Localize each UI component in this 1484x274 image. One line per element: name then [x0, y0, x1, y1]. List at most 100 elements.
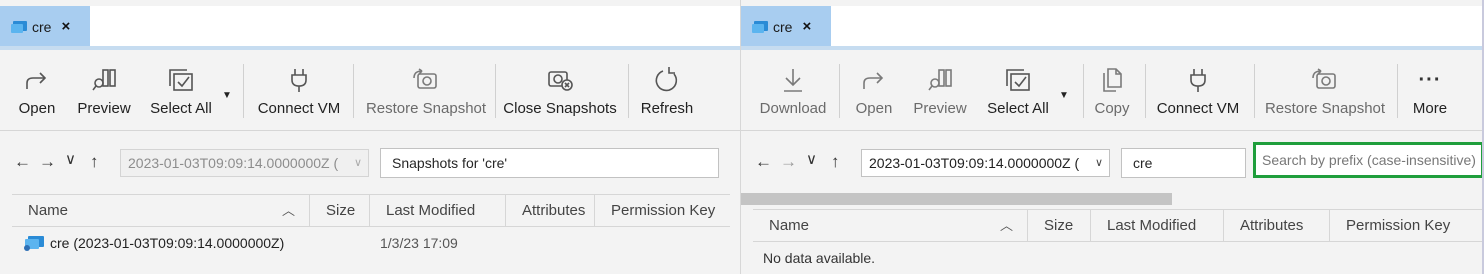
restore-snapshot-button[interactable]: Restore Snapshot [1265, 52, 1385, 130]
connect-vm-label: Connect VM [257, 100, 341, 117]
empty-state-text: No data available. [763, 250, 876, 266]
preview-button[interactable]: Preview [910, 52, 970, 130]
restore-snapshot-label: Restore Snapshot [1264, 100, 1386, 117]
select-all-dropdown-icon[interactable]: ▼ [222, 90, 232, 101]
toolbar-separator [1145, 64, 1146, 118]
restore-snapshot-label: Restore Snapshot [365, 100, 487, 117]
copy-button[interactable]: Copy [1093, 52, 1131, 130]
restore-snapshot-button[interactable]: Restore Snapshot [366, 52, 486, 130]
select-all-label: Select All [987, 100, 1049, 117]
chevron-down-icon[interactable]: ∨ [806, 150, 817, 168]
column-label: Name [769, 217, 810, 234]
column-header-attributes[interactable]: Attributes [506, 195, 595, 226]
chevron-down-icon[interactable]: ∨ [65, 150, 76, 168]
select-all-icon [1004, 66, 1032, 94]
toolbar-separator [495, 64, 496, 118]
plug-icon [1184, 66, 1212, 94]
column-label: Size [326, 202, 356, 219]
open-label: Open [18, 100, 56, 117]
close-snapshots-button[interactable]: Close Snapshots [503, 52, 617, 130]
column-header-name[interactable]: Name ︿ [753, 210, 1028, 241]
table-header: Name ︿ Size Last Modified Attributes Per… [12, 194, 730, 227]
column-header-last-modified[interactable]: Last Modified [370, 195, 506, 226]
snapshot-select-value: 2023-01-03T09:09:14.0000000Z ( [869, 155, 1080, 171]
column-label: Size [1044, 217, 1074, 234]
download-label: Download [759, 100, 827, 117]
address-field[interactable]: cre [1121, 148, 1246, 178]
snapshot-select[interactable]: 2023-01-03T09:09:14.0000000Z ( ∨ [120, 149, 369, 177]
back-arrow-icon[interactable]: ← [755, 152, 772, 172]
address-field[interactable]: Snapshots for 'cre' [380, 148, 719, 178]
column-label: Permission Key [1346, 217, 1451, 234]
preview-icon [90, 66, 118, 94]
close-snapshots-icon [546, 66, 574, 94]
up-arrow-icon[interactable]: ↑ [831, 152, 840, 172]
toolbar-separator [353, 64, 354, 118]
chevron-down-icon: ∨ [353, 157, 362, 169]
close-icon[interactable]: × [61, 18, 70, 35]
open-button[interactable]: Open [849, 52, 899, 130]
preview-icon [926, 66, 954, 94]
snapshot-select[interactable]: 2023-01-03T09:09:14.0000000Z ( ∨ [861, 149, 1110, 177]
more-label: More [1412, 100, 1448, 117]
connect-vm-button[interactable]: Connect VM [1154, 52, 1242, 130]
column-label: Attributes [1240, 217, 1304, 234]
select-all-dropdown-icon[interactable]: ▼ [1059, 90, 1069, 101]
close-icon[interactable]: × [802, 18, 811, 35]
file-share-icon [10, 20, 28, 34]
copy-icon [1098, 66, 1126, 94]
open-button[interactable]: Open [12, 52, 62, 130]
column-header-permission-key[interactable]: Permission Key [595, 195, 730, 226]
address-value: cre [1133, 155, 1153, 171]
column-header-name[interactable]: Name ︿ [12, 195, 310, 226]
tab-strip-border [741, 46, 1484, 50]
restore-snapshot-icon [1311, 66, 1339, 94]
column-header-attributes[interactable]: Attributes [1224, 210, 1330, 241]
toolbar-separator [628, 64, 629, 118]
forward-arrow-icon[interactable]: → [39, 152, 56, 172]
plug-icon [285, 66, 313, 94]
more-button[interactable]: ··· More [1409, 52, 1451, 130]
tab-strip-border [0, 46, 740, 50]
column-label: Name [28, 202, 69, 219]
sort-ascending-icon: ︿ [999, 218, 1013, 233]
tab-cre[interactable]: cre × [741, 6, 831, 47]
chevron-down-icon: ∨ [1094, 157, 1103, 169]
tab-label: cre [773, 18, 793, 35]
search-input[interactable]: Search by prefix (case-insensitive) [1253, 142, 1484, 178]
row-name: cre (2023-01-03T09:09:14.0000000Z) [50, 235, 285, 251]
more-icon: ··· [1418, 68, 1442, 91]
select-all-button[interactable]: Select All [985, 52, 1051, 130]
refresh-button[interactable]: Refresh [638, 52, 696, 130]
column-header-size[interactable]: Size [310, 195, 370, 226]
address-value: Snapshots for 'cre' [392, 155, 508, 171]
forward-arrow-icon[interactable]: → [780, 152, 797, 172]
left-explorer-panel: cre × Open Preview Select All ▼ Connect … [0, 0, 740, 274]
open-icon [23, 66, 51, 94]
column-header-size[interactable]: Size [1028, 210, 1091, 241]
column-label: Last Modified [1107, 217, 1197, 234]
refresh-label: Refresh [640, 100, 694, 117]
download-button[interactable]: Download [757, 52, 829, 130]
toolbar-separator [1083, 64, 1084, 118]
preview-label: Preview [77, 100, 131, 117]
connect-vm-label: Connect VM [1156, 100, 1240, 117]
up-arrow-icon[interactable]: ↑ [90, 152, 99, 172]
right-explorer-panel: cre × Download Open Preview Select All ▼… [741, 0, 1484, 274]
loading-progress-bar [741, 193, 1172, 205]
preview-button[interactable]: Preview [74, 52, 134, 130]
sort-ascending-icon: ︿ [281, 203, 295, 218]
connect-vm-button[interactable]: Connect VM [255, 52, 343, 130]
refresh-icon [653, 66, 681, 94]
back-arrow-icon[interactable]: ← [14, 152, 31, 172]
column-header-last-modified[interactable]: Last Modified [1091, 210, 1224, 241]
select-all-button[interactable]: Select All [148, 52, 214, 130]
tab-label: cre [32, 18, 52, 35]
table-row[interactable]: cre (2023-01-03T09:09:14.0000000Z) 1/3/2… [20, 234, 720, 254]
tab-cre[interactable]: cre × [0, 6, 90, 47]
restore-snapshot-icon [412, 66, 440, 94]
column-header-permission-key[interactable]: Permission Key [1330, 210, 1484, 241]
column-label: Permission Key [611, 202, 716, 219]
toolbar-separator [243, 64, 244, 118]
preview-label: Preview [913, 100, 967, 117]
